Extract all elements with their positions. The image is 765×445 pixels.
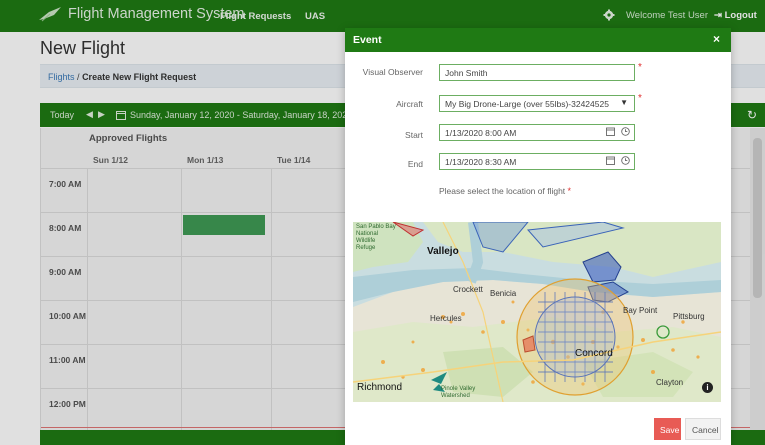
- aircraft-selected-value: My Big Drone-Large (over 55lbs)-32424525: [445, 99, 609, 109]
- start-datetime-input[interactable]: 1/13/2020 8:00 AM: [439, 124, 635, 141]
- location-hint-text: Please select the location of flight: [439, 186, 566, 196]
- map-label-vallejo: Vallejo: [427, 246, 459, 257]
- end-datetime-input[interactable]: 1/13/2020 8:30 AM: [439, 153, 635, 170]
- aircraft-label: Aircraft: [396, 99, 423, 109]
- modal-header: Event ×: [345, 28, 731, 52]
- datetime-icons: [606, 127, 630, 136]
- aircraft-select[interactable]: My Big Drone-Large (over 55lbs)-32424525…: [439, 95, 635, 112]
- map-label-bay-point: Bay Point: [623, 306, 658, 315]
- visual-observer-input[interactable]: John Smith: [439, 64, 635, 81]
- map-label-crockett: Crockett: [453, 285, 483, 294]
- chevron-down-icon: ▼: [620, 98, 628, 107]
- event-modal: Event × Visual Observer John Smith * Air…: [345, 28, 731, 445]
- end-value: 1/13/2020 8:30 AM: [445, 157, 517, 167]
- calendar-icon[interactable]: [606, 127, 615, 136]
- cancel-button[interactable]: Cancel: [685, 418, 721, 440]
- save-button[interactable]: Save: [654, 418, 681, 440]
- map-label-hercules: Hercules: [430, 314, 462, 323]
- info-icon[interactable]: i: [702, 382, 713, 393]
- clock-icon[interactable]: [621, 156, 630, 165]
- map-label-pittsburg: Pittsburg: [673, 312, 705, 321]
- map-label-benicia: Benicia: [490, 289, 517, 298]
- start-label: Start: [405, 130, 423, 140]
- datetime-icons: [606, 156, 630, 165]
- map-label-pinole: Pinole Valley Watershed: [441, 386, 476, 399]
- map-label-concord: Concord: [575, 348, 613, 359]
- modal-title: Event: [353, 34, 382, 46]
- calendar-icon[interactable]: [606, 156, 615, 165]
- map-label-refuge: San Pablo Bay National Wildlife Refuge: [356, 224, 396, 251]
- map-canvas[interactable]: [353, 222, 721, 402]
- location-hint: Please select the location of flight *: [439, 186, 571, 196]
- required-mark: *: [638, 93, 642, 104]
- close-icon[interactable]: ×: [713, 32, 720, 46]
- map-label-clayton: Clayton: [656, 378, 684, 387]
- clock-icon[interactable]: [621, 127, 630, 136]
- end-label: End: [407, 159, 423, 169]
- location-map[interactable]: San Pablo Bay National Wildlife Refuge V…: [353, 222, 721, 402]
- map-label-richmond: Richmond: [357, 382, 403, 393]
- start-value: 1/13/2020 8:00 AM: [445, 128, 517, 138]
- required-mark: *: [567, 186, 572, 196]
- visual-observer-label: Visual Observer: [362, 67, 423, 77]
- required-mark: *: [638, 62, 642, 73]
